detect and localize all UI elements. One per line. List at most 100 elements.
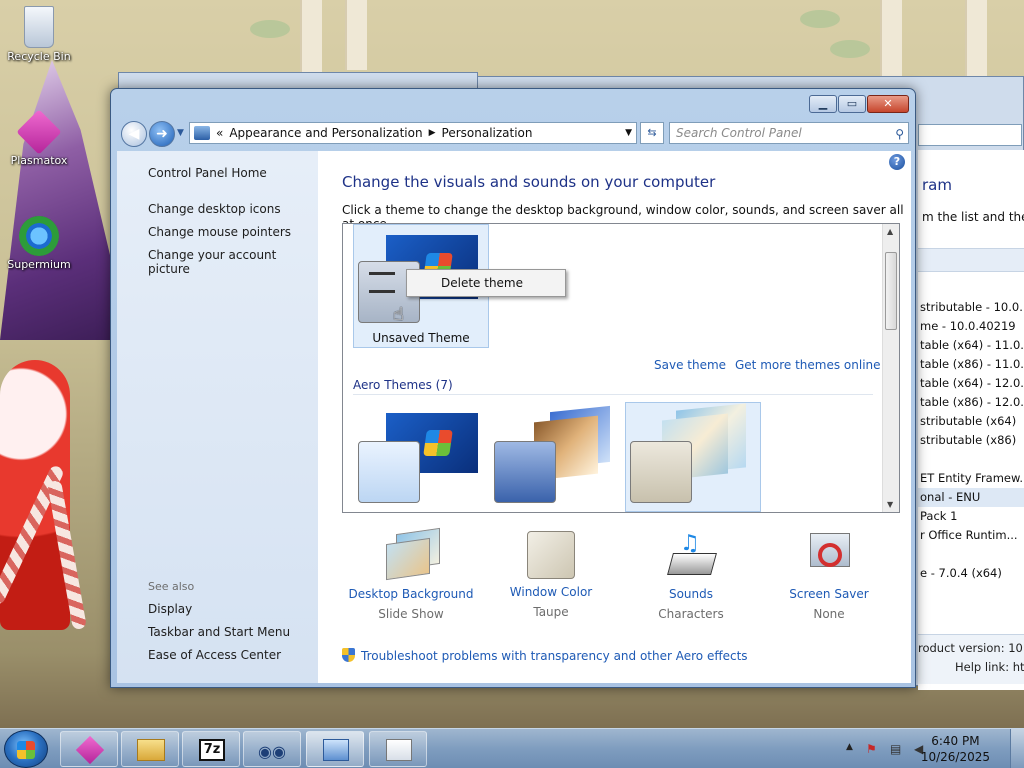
list-item[interactable]: table (x86) - 11.0...	[918, 355, 1024, 374]
breadcrumb-separator-icon[interactable]: ▶	[429, 128, 436, 138]
background-window-subtext: m the list and then	[922, 210, 1024, 224]
screen-saver-setting[interactable]: Screen Saver None	[764, 531, 894, 621]
troubleshoot-text[interactable]: Troubleshoot problems with transparency …	[361, 649, 748, 663]
plasmatox-icon	[75, 735, 105, 765]
refresh-button[interactable]: ⇆	[640, 122, 664, 144]
search-icon[interactable]: ⚲	[895, 124, 904, 144]
list-item[interactable]: ET Entity Framew...	[918, 469, 1024, 488]
list-item[interactable]: e - 7.0.4 (x64)	[918, 564, 1024, 583]
show-desktop-button[interactable]	[1010, 729, 1024, 768]
list-item[interactable]: stributable (x64)	[918, 412, 1024, 431]
desktop-icon-plasmatox[interactable]: Plasmatox	[4, 109, 74, 167]
sidebar-link-display[interactable]: Display	[148, 602, 192, 616]
list-item[interactable]: stributable (x86)	[918, 431, 1024, 450]
taskbar-plasmatox[interactable]	[60, 731, 118, 767]
address-dropdown-icon[interactable]: ▼	[625, 128, 632, 138]
sounds-value: Characters	[658, 607, 724, 621]
scroll-down-icon[interactable]: ▼	[887, 500, 893, 509]
breadcrumb-overflow-icon[interactable]: «	[216, 126, 223, 140]
7zip-icon: 7z	[199, 739, 225, 761]
get-more-themes-link[interactable]: Get more themes online	[735, 358, 881, 372]
taskbar: 7z ◉◉ ▲ ⚑ ▤ ◀ 6:40 PM 10/26/2025	[0, 728, 1024, 768]
theme-gallery-scrollbar[interactable]: ▲ ▼	[882, 224, 899, 512]
clock[interactable]: 6:40 PM 10/26/2025	[921, 733, 990, 765]
sounds-setting[interactable]: ♫ Sounds Characters	[626, 531, 756, 621]
caption-buttons: ▁ ▭ ✕	[808, 95, 909, 113]
scroll-up-icon[interactable]: ▲	[887, 227, 893, 236]
save-theme-link[interactable]: Save theme	[654, 358, 726, 372]
sidebar-link-desktop-icons[interactable]: Change desktop icons	[148, 202, 281, 216]
plasmatox-icon	[16, 109, 62, 155]
scrollbar-thumb[interactable]	[885, 252, 897, 330]
taskbar-eyes[interactable]: ◉◉	[243, 731, 301, 767]
list-item[interactable]	[918, 545, 1024, 564]
desktop-icon-label: Recycle Bin	[7, 50, 71, 63]
sidebar-link-taskbar[interactable]: Taskbar and Start Menu	[148, 625, 290, 639]
personalization-window[interactable]: ▁ ▭ ✕ ◀ ➜ ▼ « Appearance and Personaliza…	[110, 88, 916, 688]
taskbar-control-panel[interactable]	[306, 731, 364, 767]
address-bar[interactable]: « Appearance and Personalization ▶ Perso…	[189, 122, 637, 144]
background-window-heading: ram	[922, 176, 952, 194]
unsaved-theme-label: Unsaved Theme	[372, 331, 470, 345]
desktop-background-label[interactable]: Desktop Background	[346, 587, 476, 601]
help-icon[interactable]: ?	[889, 154, 905, 170]
search-input[interactable]: Search Control Panel ⚲	[669, 122, 909, 144]
context-menu-delete-theme[interactable]: Delete theme	[441, 276, 523, 290]
wallpaper-leaf	[830, 40, 870, 58]
wallpaper-leaf	[800, 10, 840, 28]
desktop-icon-supermium[interactable]: Supermium	[4, 216, 74, 271]
list-item[interactable]: stributable - 10.0...	[918, 298, 1024, 317]
search-placeholder: Search Control Panel	[676, 126, 802, 140]
aero-theme-windows7[interactable]	[353, 404, 489, 512]
taskbar-explorer[interactable]	[121, 731, 179, 767]
action-center-icon[interactable]: ⚑	[866, 742, 877, 756]
folder-icon	[137, 739, 165, 761]
show-hidden-icons-icon[interactable]: ▲	[846, 742, 853, 752]
sidebar-link-account-picture[interactable]: Change your account picture	[148, 248, 318, 276]
list-item[interactable]	[918, 450, 1024, 469]
context-menu: Delete theme	[406, 269, 566, 297]
back-button[interactable]: ◀	[121, 121, 147, 147]
recycle-bin-icon	[24, 6, 54, 48]
help-link-text: Help link: htt	[955, 660, 1024, 674]
sidebar-link-ease-of-access[interactable]: Ease of Access Center	[148, 648, 281, 662]
wallpaper-tree	[300, 0, 322, 80]
start-button[interactable]	[4, 730, 48, 768]
sidebar-link-control-panel-home[interactable]: Control Panel Home	[148, 166, 267, 180]
theme-gallery[interactable]: Unsaved Theme Delete theme ☝ Save theme …	[342, 223, 900, 513]
list-item[interactable]: me - 10.0.40219	[918, 317, 1024, 336]
close-button[interactable]: ✕	[867, 95, 909, 113]
list-item[interactable]: table (x64) - 12.0...	[918, 374, 1024, 393]
aero-theme-characters[interactable]	[625, 402, 761, 512]
screen-saver-icon	[804, 531, 854, 581]
main-panel: ? Change the visuals and sounds on your …	[318, 151, 911, 683]
list-item[interactable]: Pack 1	[918, 507, 1024, 526]
installer-icon	[386, 739, 412, 761]
breadcrumb-personalization[interactable]: Personalization	[442, 126, 533, 140]
minimize-button[interactable]: ▁	[809, 95, 837, 113]
sounds-label[interactable]: Sounds	[626, 587, 756, 601]
desktop-icon-recycle-bin[interactable]: Recycle Bin	[4, 6, 74, 63]
eyes-icon: ◉◉	[258, 742, 286, 761]
breadcrumb-appearance[interactable]: Appearance and Personalization	[229, 126, 422, 140]
aero-theme-architecture[interactable]	[489, 404, 625, 512]
screen-saver-label[interactable]: Screen Saver	[764, 587, 894, 601]
list-item[interactable]: table (x86) - 12.0...	[918, 393, 1024, 412]
window-color-label[interactable]: Window Color	[486, 585, 616, 599]
desktop-background-value: Slide Show	[378, 607, 444, 621]
background-window-search[interactable]	[918, 124, 1022, 146]
taskbar-7zip[interactable]: 7z	[182, 731, 240, 767]
network-icon[interactable]: ▤	[890, 742, 901, 756]
list-item[interactable]: r Office Runtim...	[918, 526, 1024, 545]
troubleshoot-link[interactable]: Troubleshoot problems with transparency …	[342, 648, 748, 663]
maximize-button[interactable]: ▭	[838, 95, 866, 113]
list-item[interactable]: onal - ENU	[918, 488, 1024, 507]
list-item[interactable]: table (x64) - 11.0...	[918, 336, 1024, 355]
desktop-background-setting[interactable]: Desktop Background Slide Show	[346, 527, 476, 621]
wallpaper-leaf	[250, 20, 290, 38]
recent-pages-chevron-icon[interactable]: ▼	[177, 128, 184, 138]
forward-button[interactable]: ➜	[149, 121, 175, 147]
window-color-setting[interactable]: Window Color Taupe	[486, 531, 616, 619]
taskbar-installer[interactable]	[369, 731, 427, 767]
sidebar-link-mouse-pointers[interactable]: Change mouse pointers	[148, 225, 291, 239]
